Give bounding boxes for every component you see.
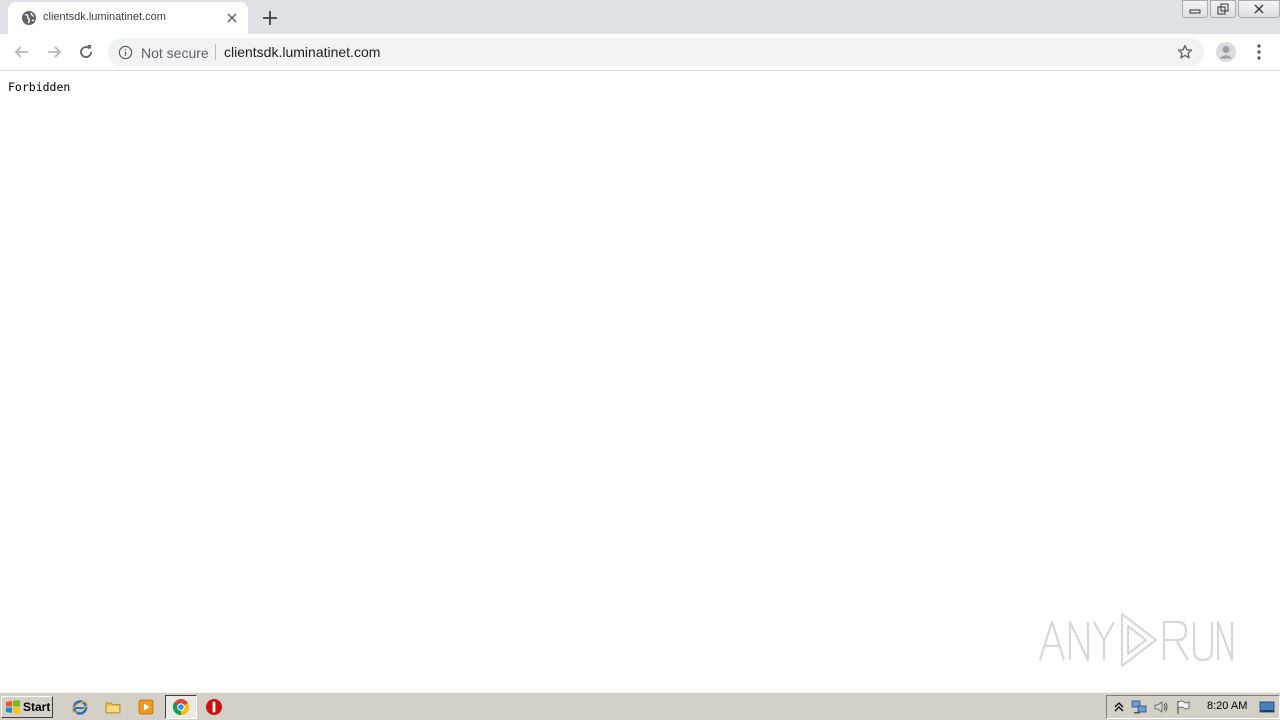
window-controls (1180, 0, 1280, 20)
network-icon[interactable] (1131, 699, 1147, 715)
minimize-icon (1189, 9, 1201, 14)
internet-explorer-taskbar-button[interactable] (70, 697, 90, 717)
close-icon (1254, 4, 1264, 14)
system-tray: 8:20 AM (1106, 695, 1280, 719)
forbidden-message: Forbidden (8, 80, 71, 94)
show-hidden-icons-chevron-icon[interactable] (1111, 699, 1127, 715)
show-desktop-icon[interactable] (1259, 699, 1275, 715)
back-arrow-icon[interactable] (12, 42, 32, 62)
folder-icon (105, 702, 121, 714)
bookmark-star-icon[interactable] (1177, 44, 1193, 60)
anyrun-watermark-logo (1038, 612, 1234, 668)
profile-avatar-icon[interactable] (1215, 41, 1237, 63)
media-player-icon (138, 699, 154, 715)
file-explorer-taskbar-button[interactable] (103, 697, 123, 717)
globe-icon (22, 11, 36, 25)
restore-button[interactable] (1210, 0, 1236, 18)
volume-icon[interactable] (1153, 699, 1169, 715)
chrome-icon (172, 699, 190, 716)
media-player-taskbar-button[interactable] (136, 697, 156, 717)
forward-arrow-icon[interactable] (44, 42, 64, 62)
opera-taskbar-button[interactable] (204, 697, 224, 717)
warning-stop-icon (206, 699, 222, 715)
action-center-flag-icon[interactable] (1175, 699, 1191, 715)
minimize-button[interactable] (1182, 0, 1208, 18)
restore-icon (1217, 3, 1229, 15)
chrome-taskbar-button[interactable] (165, 695, 197, 719)
omnibox-divider (215, 44, 216, 60)
windows-taskbar: Start 8:20 AM (0, 692, 1280, 720)
browser-tab[interactable]: clientsdk.luminatinet.com (8, 2, 248, 34)
close-tab-icon[interactable] (224, 10, 240, 26)
security-status-label[interactable]: Not secure (141, 45, 209, 61)
internet-explorer-icon (71, 700, 89, 715)
kebab-menu-icon[interactable] (1250, 42, 1268, 62)
new-tab-icon[interactable] (260, 8, 280, 28)
start-label: Start (23, 700, 51, 714)
close-window-button[interactable] (1238, 0, 1280, 18)
start-button[interactable]: Start (1, 696, 53, 718)
tab-title: clientsdk.luminatinet.com (43, 11, 166, 23)
reload-icon[interactable] (76, 42, 96, 62)
page-content: Forbidden (0, 72, 1280, 692)
windows-logo-icon (6, 700, 20, 714)
address-bar[interactable]: Not secure clientsdk.luminatinet.com (108, 38, 1204, 66)
taskbar-clock[interactable]: 8:20 AM (1207, 700, 1247, 712)
tab-strip: clientsdk.luminatinet.com (0, 0, 1280, 34)
url-text[interactable]: clientsdk.luminatinet.com (224, 44, 824, 60)
browser-toolbar: Not secure clientsdk.luminatinet.com (0, 34, 1280, 71)
info-icon[interactable] (118, 45, 133, 60)
